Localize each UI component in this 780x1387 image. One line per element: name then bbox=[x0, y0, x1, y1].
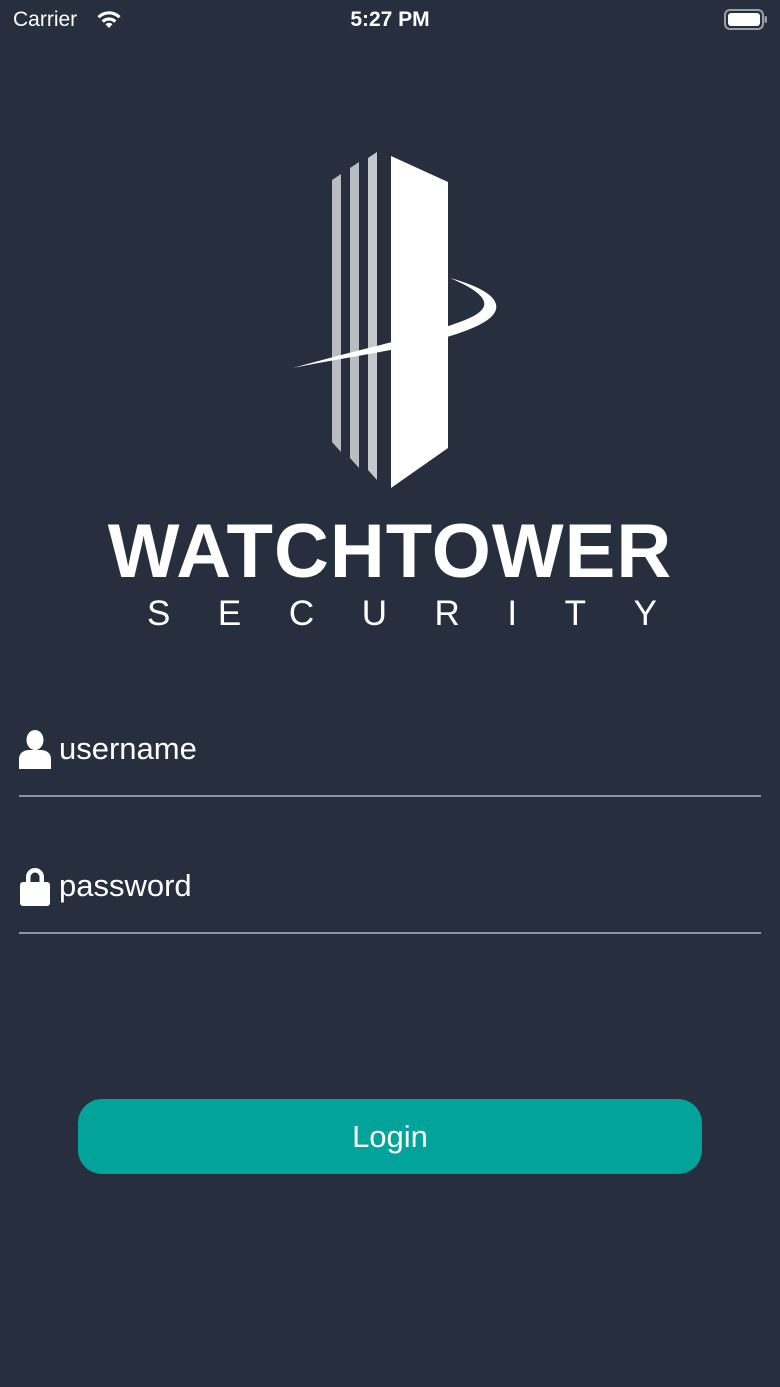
status-time: 5:27 PM bbox=[350, 8, 430, 31]
password-input[interactable] bbox=[59, 864, 749, 908]
username-field[interactable] bbox=[19, 725, 761, 797]
brand-subtitle-letter: C bbox=[288, 594, 315, 633]
watchtower-logo-icon bbox=[285, 150, 510, 495]
brand-name: WATCHTOWER bbox=[107, 509, 673, 594]
brand-subtitle-letter: U bbox=[361, 594, 387, 633]
username-input[interactable] bbox=[59, 727, 749, 771]
brand-subtitle: S E C U R I T Y bbox=[147, 594, 657, 634]
brand-subtitle-letter: S bbox=[147, 594, 171, 633]
login-button[interactable]: Login bbox=[78, 1099, 702, 1174]
user-icon bbox=[19, 729, 51, 769]
brand-subtitle-letter: Y bbox=[633, 594, 657, 633]
lock-icon bbox=[19, 866, 51, 906]
status-bar: Carrier 5:27 PM bbox=[0, 0, 780, 40]
brand-subtitle-letter: T bbox=[564, 594, 587, 633]
brand-subtitle-letter: R bbox=[434, 594, 460, 633]
brand-subtitle-letter: E bbox=[217, 594, 242, 633]
battery-icon bbox=[724, 9, 768, 31]
password-field[interactable] bbox=[19, 862, 761, 934]
brand-subtitle-letter: I bbox=[507, 594, 518, 633]
